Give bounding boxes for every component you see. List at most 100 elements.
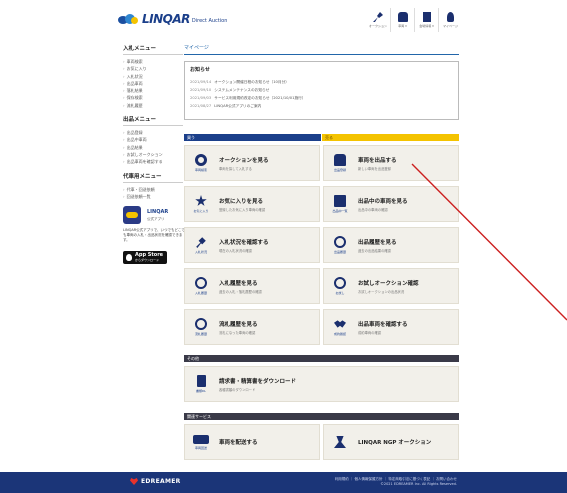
sidebar-item[interactable]: 入札状況 <box>123 73 183 80</box>
buy-section-header: 買う <box>184 134 321 141</box>
news-text: オークション開催日程のお知らせ（10月分） <box>214 80 289 84</box>
card-icon-caption: 車両検索 <box>194 168 207 172</box>
sidebar-item[interactable]: 落札結果 <box>123 87 183 94</box>
handshake-icon <box>334 320 346 328</box>
sidebar-item[interactable]: 代車・回送依頼 <box>123 186 183 193</box>
news-item[interactable]: 2021/09/14 オークション開催日程のお知らせ（10月分） <box>190 78 453 86</box>
sidebar-item[interactable]: 出品結果 <box>123 144 183 151</box>
linqar-logo[interactable]: LINQAR Direct Auction <box>118 12 227 26</box>
logo-subtitle: Direct Auction <box>191 18 228 24</box>
card-subtitle: 新しい車両を出品登録 <box>358 166 391 171</box>
search-icon <box>195 154 207 166</box>
nav-label: 車両 ▾ <box>398 24 407 28</box>
logo-mark-icon <box>118 13 140 25</box>
card-icon-caption: 成約確認 <box>333 332 346 336</box>
sidebar-item[interactable]: 車両検索 <box>123 58 183 65</box>
trial-auction-card[interactable]: お試し お試しオークション確認 お試しオークションの出品状況 <box>323 268 459 304</box>
listing-history-card[interactable]: 出品履歴 出品履歴を見る 過去の出品結果の確認 <box>323 227 459 263</box>
sidebar-section-sell: 出品メニュー 出品登録 出品中車両 出品結果 お試しオークション 出品車両を確認… <box>123 115 183 165</box>
card-subtitle: 車両を探して入札する <box>219 166 252 171</box>
ngp-icon <box>334 436 346 448</box>
card-subtitle: 成約車両の確認 <box>358 330 382 335</box>
card-subtitle: 出品中の車両の確認 <box>358 207 388 212</box>
view-auction-card[interactable]: 車両検索 オークションを見る 車両を探して入札する <box>184 145 320 181</box>
sidebar: 入札メニュー 車両検索 お気に入り 入札状況 出品車両 落札結果 保存検索 流札… <box>123 44 185 265</box>
card-title: 流札履歴を見る <box>219 321 258 328</box>
nav-label: 会場情報 ▾ <box>419 24 434 28</box>
card-title: お気に入りを見る <box>219 198 264 205</box>
star-icon <box>195 195 207 206</box>
main-content: マイページ お知らせ 2021/09/14 オークション開催日程のお知らせ（10月… <box>184 44 459 460</box>
edreamer-logo[interactable]: EDREAMER <box>130 478 181 485</box>
logo-text: LINQAR <box>142 12 190 26</box>
confirm-listing-card[interactable]: 成約確認 出品車両を確認する 成約車両の確認 <box>323 309 459 345</box>
card-icon-caption: 車両回送 <box>194 445 207 450</box>
document-icon <box>196 375 206 387</box>
app-icon <box>123 206 141 225</box>
card-subtitle: 流札になった車両の確認 <box>219 330 256 335</box>
news-text: システムメンテナンスのお知らせ <box>214 88 270 92</box>
app-promo[interactable]: LINQAR 公式アプリ <box>123 206 183 225</box>
favorites-card[interactable]: お気に入り お気に入りを見る 登録したお気に入り車両の確認 <box>184 186 320 222</box>
sidebar-item[interactable]: 出品中車両 <box>123 136 183 143</box>
listed-vehicles-card[interactable]: 出品中一覧 出品中の車両を見る 出品中の車両の確認 <box>323 186 459 222</box>
nav-vehicle[interactable]: 車両 ▾ <box>390 8 414 32</box>
apple-icon <box>126 254 132 262</box>
card-title: 請求書・精算書をダウンロード <box>219 378 297 385</box>
car-icon <box>397 12 408 22</box>
sidebar-item[interactable]: 保存検索 <box>123 94 183 101</box>
other-section: その他 書類DL 請求書・精算書をダウンロード 各種書類のダウンロード <box>184 355 459 402</box>
app-name: LINQAR <box>147 208 169 215</box>
footer: EDREAMER 利用規約 ｜ 個人情報保護方針 ｜ 特定商取引法に基づく表記 … <box>0 472 567 493</box>
sidebar-item[interactable]: 流札履歴 <box>123 102 183 109</box>
app-store-button[interactable]: App Store からダウンロード <box>123 251 167 265</box>
header: LINQAR Direct Auction オークション 車両 ▾ 会場情報 ▾… <box>0 0 567 32</box>
card-icon-caption: 入札履歴 <box>194 291 207 295</box>
news-item[interactable]: 2021/09/10 システムメンテナンスのお知らせ <box>190 86 453 94</box>
download-documents-card[interactable]: 書類DL 請求書・精算書をダウンロード 各種書類のダウンロード <box>184 366 459 402</box>
news-box: お知らせ 2021/09/14 オークション開催日程のお知らせ（10月分） 202… <box>184 61 459 120</box>
card-subtitle: 登録したお気に入り車両の確認 <box>219 207 266 212</box>
news-date: 2021/09/03 <box>190 96 212 100</box>
list-vehicle-card[interactable]: 出品登録 車両を出品する 新しい車両を出品登録 <box>323 145 459 181</box>
card-title: 出品車両を確認する <box>358 321 408 328</box>
bid-status-card[interactable]: 入札状況 入札状況を確認する 現在の入札状況の確認 <box>184 227 320 263</box>
sidebar-section-loaner: 代車用メニュー 代車・回送依頼 回送依頼一覧 <box>123 172 183 201</box>
card-title: お試しオークション確認 <box>358 280 419 287</box>
sidebar-item[interactable]: 出品車両を確認する <box>123 158 183 165</box>
sidebar-item[interactable]: 出品車両 <box>123 80 183 87</box>
card-subtitle: 過去の出品結果の確認 <box>358 248 391 253</box>
vehicle-delivery-card[interactable]: 車両回送 車両を配送する <box>184 424 320 460</box>
footer-links: 利用規約 ｜ 個人情報保護方針 ｜ 特定商取引法に基づく表記 ｜ お問い合わせ … <box>335 477 457 487</box>
sidebar-item[interactable]: お気に入り <box>123 65 183 72</box>
app-subtitle: 公式アプリ <box>147 216 165 221</box>
nav-venue[interactable]: 会場情報 ▾ <box>414 8 438 32</box>
header-nav: オークション 車両 ▾ 会場情報 ▾ マイページ <box>366 8 462 32</box>
nav-label: マイページ <box>443 24 458 28</box>
card-title: 車両を配送する <box>219 440 258 446</box>
hammer-icon <box>373 12 383 22</box>
news-item[interactable]: 2021/09/03 サービス利用規約改定のお知らせ（2021/10/01施行） <box>190 94 453 102</box>
news-item[interactable]: 2021/08/27 LINQAR公式アプリのご案内 <box>190 102 453 110</box>
car-icon <box>334 154 346 166</box>
unsold-history-card[interactable]: 流札履歴 流札履歴を見る 流札になった車両の確認 <box>184 309 320 345</box>
ngp-auction-card[interactable]: LINQAR NGP オークション <box>323 424 459 460</box>
card-title: 出品履歴を見る <box>358 239 397 246</box>
nav-mypage[interactable]: マイページ <box>438 8 462 32</box>
card-icon-caption: 書類DL <box>196 389 206 393</box>
card-title: LINQAR NGP オークション <box>358 440 432 446</box>
sidebar-item[interactable]: 出品登録 <box>123 129 183 136</box>
bid-history-card[interactable]: 入札履歴 入札履歴を見る 過去の入札・落札履歴の確認 <box>184 268 320 304</box>
monitor-icon <box>334 195 346 207</box>
other-section-header: その他 <box>184 355 459 362</box>
news-date: 2021/09/14 <box>190 80 212 84</box>
related-section: 関連サービス 車両回送 車両を配送する LINQAR NGP オークション <box>184 413 459 460</box>
sidebar-item[interactable]: お試しオークション <box>123 151 183 158</box>
news-date: 2021/09/10 <box>190 88 212 92</box>
nav-auction[interactable]: オークション <box>366 8 390 32</box>
news-date: 2021/08/27 <box>190 104 212 108</box>
sidebar-heading: 入札メニュー <box>123 44 183 55</box>
gavel-icon <box>196 237 206 248</box>
card-icon-caption: 出品履歴 <box>333 250 346 254</box>
sidebar-item[interactable]: 回送依頼一覧 <box>123 193 183 200</box>
